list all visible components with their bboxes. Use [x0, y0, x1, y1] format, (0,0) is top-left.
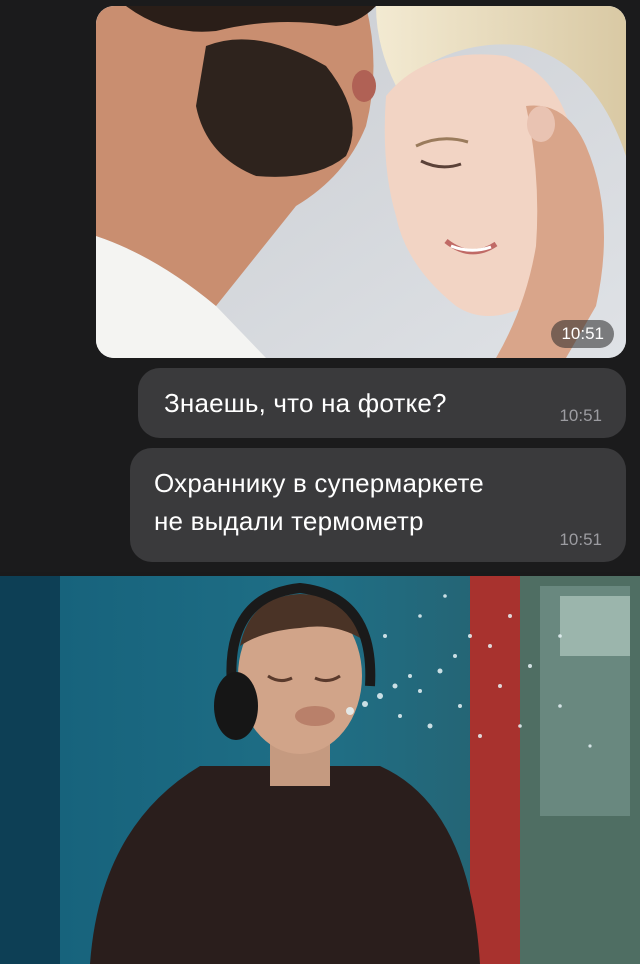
- screenshot-page: 10:51 Знаешь, что на фотке? 10:51 Охранн…: [0, 0, 640, 964]
- message-bubble[interactable]: Знаешь, что на фотке? 10:51: [138, 368, 626, 438]
- message-timestamp: 10:51: [559, 406, 602, 425]
- chat-area: 10:51 Знаешь, что на фотке? 10:51 Охранн…: [0, 0, 640, 572]
- message-bubble[interactable]: Охраннику в супермаркете не выдали термо…: [130, 448, 626, 562]
- message-text-line-2: не выдали термометр: [154, 506, 424, 536]
- red-pillar: [470, 576, 520, 964]
- spitting-man-photo: [0, 576, 640, 964]
- reaction-photo: [0, 576, 640, 964]
- couple-photo: [96, 6, 626, 358]
- message-text: Знаешь, что на фотке?: [164, 388, 447, 418]
- message-timestamp: 10:51: [559, 530, 602, 549]
- photo-timestamp: 10:51: [551, 320, 614, 348]
- photo-message[interactable]: 10:51: [96, 6, 626, 358]
- message-text-line-1: Охраннику в супермаркете: [154, 468, 484, 498]
